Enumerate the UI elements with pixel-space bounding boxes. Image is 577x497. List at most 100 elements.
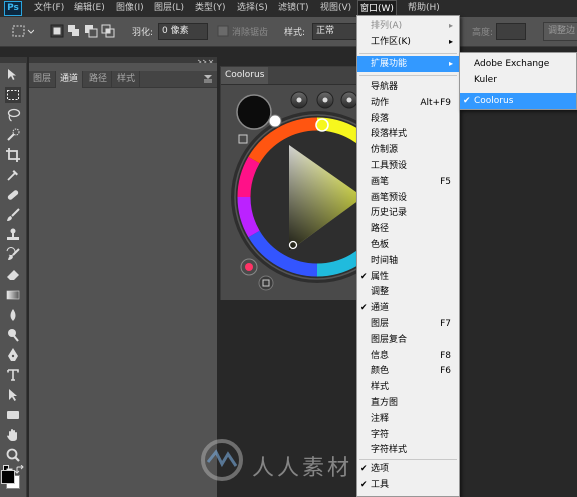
menu-item-window-11[interactable]: 历史记录 (357, 205, 459, 221)
tab-styles[interactable]: 样式 (113, 71, 141, 88)
intersect-selection-icon[interactable] (101, 24, 115, 38)
blur-tool-icon[interactable] (5, 307, 21, 323)
style-label: 样式: (284, 28, 306, 38)
quick-selection-tool-icon[interactable] (5, 127, 21, 143)
refine-edge-button[interactable]: 调整边 (543, 22, 577, 41)
menu-item-window-9[interactable]: 画笔 F5 (357, 174, 459, 190)
menu-edit[interactable]: 编辑(E) (72, 0, 107, 17)
menu-item-window-3[interactable]: 导航器 (357, 79, 459, 95)
menu-item-window-14[interactable]: 时间轴 (357, 253, 459, 269)
menu-layer[interactable]: 图层(L) (152, 0, 186, 17)
lasso-tool-icon[interactable] (5, 107, 21, 123)
menu-item-label: 图层 (371, 319, 390, 329)
menu-item-window-26[interactable]: 字符样式 (357, 442, 459, 458)
menu-item-window-12[interactable]: 路径 (357, 221, 459, 237)
menu-item-label: 颜色 (371, 366, 390, 377)
menu-item-window-16[interactable]: 调整 (357, 284, 459, 300)
menu-item-window-22[interactable]: 样式 (357, 379, 459, 395)
menu-item-shortcut: F5 (440, 176, 451, 187)
menu-item-window-8[interactable]: 工具预设 (357, 158, 459, 174)
feather-input[interactable]: 0 像素 (158, 23, 208, 40)
panel-menu-icon[interactable] (203, 73, 213, 83)
foreground-color-swatch[interactable] (1, 470, 15, 484)
menu-item-shortcut: F6 (440, 366, 451, 377)
new-selection-icon[interactable] (50, 24, 64, 38)
menu-item-label: 选项 (371, 464, 390, 475)
menu-file[interactable]: 文件(F) (32, 0, 66, 17)
tab-layers[interactable]: 图层 (29, 71, 57, 88)
menu-item-window-21[interactable]: 颜色 F6 (357, 363, 459, 379)
swap-colors-icon[interactable] (14, 464, 25, 475)
tab-channels[interactable]: 通道 (56, 71, 84, 88)
zoom-tool-icon[interactable] (5, 447, 21, 463)
height-input[interactable] (496, 23, 526, 40)
clone-stamp-tool-icon[interactable] (5, 227, 21, 243)
menu-item-window-20[interactable]: 信息 F8 (357, 348, 459, 364)
menu-type[interactable]: 类型(Y) (193, 0, 228, 17)
menu-item-window-13[interactable]: 色板 (357, 237, 459, 253)
hand-tool-icon[interactable] (5, 427, 21, 443)
photoshop-logo: Ps (4, 1, 22, 16)
watermark-text: 人人素材 (252, 456, 353, 481)
menu-item-window-5[interactable]: 段落 (357, 111, 459, 127)
rectangular-marquee-tool-icon[interactable] (5, 87, 21, 103)
menu-item-label: 通道 (371, 303, 390, 314)
pen-tool-icon[interactable] (5, 347, 21, 363)
menu-select[interactable]: 选择(S) (235, 0, 270, 17)
style-select[interactable]: 正常 (312, 23, 358, 40)
coolorus-color-wheel[interactable] (221, 85, 403, 301)
menu-item-shortcut: F7 (440, 319, 451, 329)
menu-item-extensions[interactable]: 扩展功能 ▸ (357, 56, 459, 72)
menu-item-window-10[interactable]: 画笔预设 (357, 190, 459, 206)
menu-item-kuler[interactable]: Kuler (460, 72, 576, 88)
menu-item-window-7[interactable]: 仿制源 (357, 142, 459, 158)
menu-item-window-24[interactable]: 注释 (357, 411, 459, 427)
menu-item-label: 导航器 (371, 82, 399, 92)
type-tool-icon[interactable] (5, 367, 21, 383)
tab-paths[interactable]: 路径 (85, 71, 113, 88)
menu-item-window-27[interactable]: ✔ 选项 (357, 461, 459, 477)
eyedropper-tool-icon[interactable] (5, 167, 21, 183)
menu-item-label: 路径 (371, 224, 390, 235)
healing-brush-tool-icon[interactable] (5, 187, 21, 203)
menu-item-window-23[interactable]: 直方图 (357, 395, 459, 411)
menu-item-arrange[interactable]: 排列(A) ▸ (357, 18, 459, 34)
subtract-selection-icon[interactable] (84, 24, 98, 38)
menu-item-window-25[interactable]: 字符 (357, 427, 459, 443)
rectangle-tool-icon[interactable] (5, 407, 21, 423)
menu-item-window-19[interactable]: 图层复合 (357, 332, 459, 348)
channels-panel: 图层 通道 路径 样式 (29, 63, 217, 497)
marquee-preset-icon[interactable] (12, 24, 35, 38)
check-icon: ✔ (360, 464, 368, 475)
menu-item-window-17[interactable]: ✔ 通道 (357, 300, 459, 316)
menu-image[interactable]: 图像(I) (114, 0, 146, 17)
menu-item-coolorus[interactable]: ✔ Coolorus (460, 93, 576, 109)
menu-item-window-6[interactable]: 段落样式 (357, 126, 459, 142)
panel-tabs: 图层 通道 路径 样式 (29, 71, 217, 88)
menu-item-window-4[interactable]: 动作 Alt+F9 (357, 95, 459, 111)
menu-filter[interactable]: 滤镜(T) (276, 0, 311, 17)
coolorus-title[interactable]: Coolorus (221, 67, 269, 84)
eraser-tool-icon[interactable] (5, 267, 21, 283)
menu-item-window-15[interactable]: ✔ 属性 (357, 269, 459, 285)
menu-item-label: 调整 (371, 287, 390, 298)
menu-item-label: 历史记录 (371, 208, 408, 219)
menu-item-adobe-exchange[interactable]: Adobe Exchange (460, 56, 576, 72)
menu-item-workspace[interactable]: 工作区(K) ▸ (357, 34, 459, 50)
menu-item-label: 属性 (371, 271, 390, 282)
gradient-tool-icon[interactable] (5, 287, 21, 303)
path-selection-tool-icon[interactable] (5, 387, 21, 403)
antialias-checkbox[interactable] (216, 24, 230, 38)
check-icon: ✔ (360, 303, 368, 314)
options-bar: 羽化: 0 像素 消除锯齿 样式: 正常 高度: 调整边 (0, 17, 577, 47)
menu-item-window-28[interactable]: ✔ 工具 (357, 477, 459, 493)
add-selection-icon[interactable] (67, 24, 81, 38)
crop-tool-icon[interactable] (5, 147, 21, 163)
history-brush-tool-icon[interactable] (5, 247, 21, 263)
move-tool-icon[interactable] (5, 67, 21, 83)
check-icon: ✔ (360, 480, 368, 490)
menu-view[interactable]: 视图(V) (318, 0, 353, 17)
dodge-tool-icon[interactable] (5, 327, 21, 343)
menu-item-window-18[interactable]: 图层 F7 (357, 316, 459, 332)
brush-tool-icon[interactable] (5, 207, 21, 223)
